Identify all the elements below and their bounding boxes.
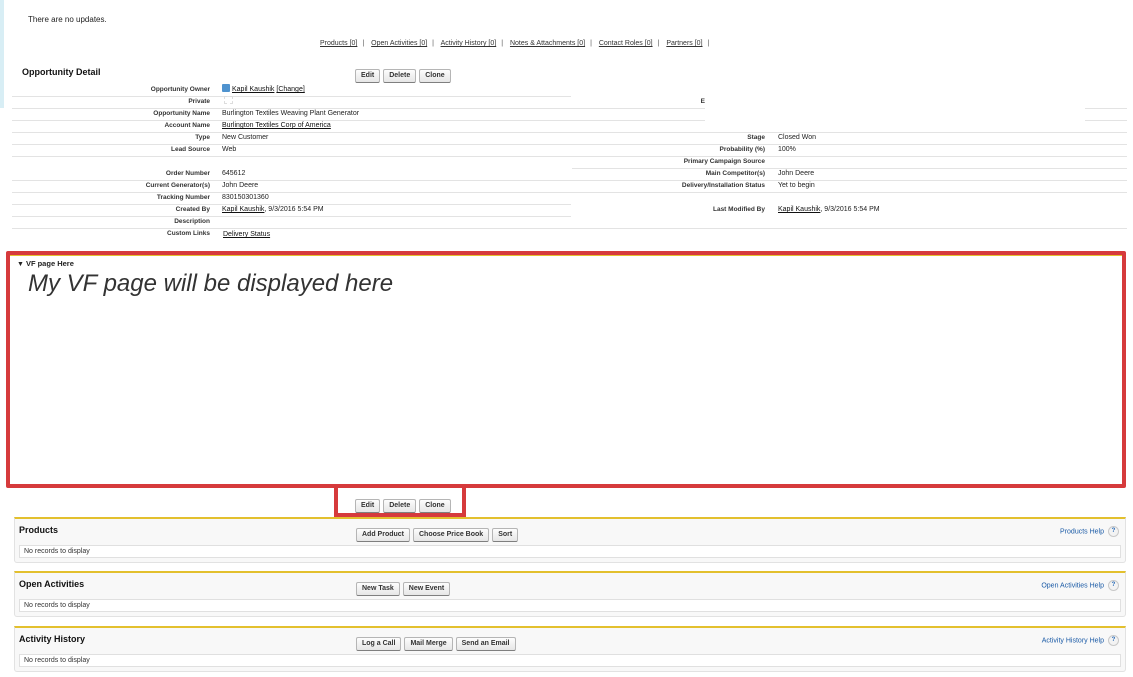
- edit-button[interactable]: Edit: [355, 69, 381, 83]
- private-checkbox: [224, 96, 233, 104]
- separator: |: [432, 40, 434, 47]
- link-partners[interactable]: Partners [0]: [666, 40, 702, 47]
- help-question-icon[interactable]: ?: [1108, 635, 1119, 646]
- link-activity-history[interactable]: Activity History [0]: [441, 40, 497, 47]
- delete-button[interactable]: Delete: [383, 69, 417, 83]
- opportunity-detail-title: Opportunity Detail: [22, 67, 101, 77]
- field-value: Burlington Textiles Weaving Plant Genera…: [222, 110, 360, 117]
- field-label: Main Competitor(s): [705, 170, 765, 177]
- related-list-title: Open Activities: [19, 579, 85, 589]
- link-products[interactable]: Products [0]: [320, 40, 357, 47]
- field-value: New Customer: [222, 134, 269, 141]
- empty-records-message: No records to display: [19, 654, 1121, 667]
- related-list-products: Products Add Product Choose Price Book Sor…: [14, 517, 1126, 563]
- field-value: John Deere: [222, 182, 259, 189]
- empty-records-message: No records to display: [19, 545, 1121, 558]
- separator: |: [362, 40, 365, 47]
- field-value: Kapil Kaushik, 9/3/2016 5:54 PM: [222, 204, 324, 216]
- field-label: Current Generator(s): [145, 182, 210, 189]
- empty-records-message: No records to display: [19, 599, 1121, 612]
- separator: |: [657, 40, 660, 47]
- separator: |: [590, 40, 592, 47]
- field-label: Account Name: [164, 122, 210, 129]
- related-list-buttons: New Task New Event: [356, 577, 453, 596]
- field-value: 830150301360: [222, 194, 269, 201]
- field-label: Type: [195, 134, 210, 141]
- open-activities-help-link[interactable]: Open Activities Help?: [1041, 580, 1119, 591]
- help-label[interactable]: Open Activities Help: [1041, 582, 1104, 589]
- related-list-title: Products: [19, 525, 59, 535]
- annotation-button-box: [334, 487, 466, 517]
- field-label: Opportunity Name: [153, 110, 210, 117]
- field-value: 100%: [778, 146, 796, 153]
- field-custom-links: Custom Links Delivery Status: [12, 228, 1127, 240]
- change-owner-link[interactable]: [Change]: [276, 86, 304, 93]
- separator: |: [707, 40, 710, 47]
- separator: |: [501, 40, 504, 47]
- field-label: Order Number: [165, 170, 210, 177]
- field-label: Delivery/Installation Status: [681, 182, 765, 189]
- field-value: Delivery Status: [223, 229, 270, 241]
- annotation-highlight-box: [6, 251, 1126, 488]
- choose-price-book-button[interactable]: Choose Price Book: [413, 528, 490, 542]
- field-value: Yet to begin: [778, 182, 815, 189]
- add-product-button[interactable]: Add Product: [356, 528, 410, 542]
- mail-merge-button[interactable]: Mail Merge: [404, 637, 453, 651]
- field-value: John Deere: [778, 170, 815, 177]
- field-label: Private: [188, 98, 210, 105]
- field-last-modified-by: Last Modified By Kapil Kaushik, 9/3/2016…: [572, 204, 1127, 216]
- send-an-email-button[interactable]: Send an Email: [455, 637, 516, 651]
- field-label: Tracking Number: [156, 194, 210, 201]
- help-label[interactable]: Activity History Help: [1042, 637, 1104, 644]
- no-updates-text: There are no updates.: [28, 15, 107, 24]
- new-event-button[interactable]: New Event: [402, 582, 451, 596]
- related-list-title: Activity History: [19, 634, 86, 644]
- field-value: Burlington Textiles Corp of America: [222, 120, 331, 132]
- link-contact-roles[interactable]: Contact Roles [0]: [599, 40, 653, 47]
- clone-button[interactable]: Clone: [419, 69, 451, 83]
- last-modified-by-link[interactable]: Kapil Kaushik: [778, 206, 820, 213]
- account-link[interactable]: Burlington Textiles Corp of America: [222, 122, 331, 129]
- new-task-button[interactable]: New Task: [356, 582, 400, 596]
- user-profile-icon: [222, 84, 230, 92]
- field-label: Probability (%): [719, 146, 765, 153]
- left-edge-strip: [0, 0, 4, 108]
- owner-link[interactable]: Kapil Kaushik: [232, 86, 274, 93]
- field-label: Stage: [747, 134, 765, 141]
- last-modified-date: , 9/3/2016 5:54 PM: [820, 206, 880, 213]
- field-value: Web: [222, 146, 237, 153]
- products-help-link[interactable]: Products Help?: [1060, 526, 1119, 537]
- field-label: Description: [174, 218, 210, 225]
- field-label: Lead Source: [170, 146, 210, 153]
- related-list-buttons: Add Product Choose Price Book Sort: [356, 523, 521, 542]
- help-question-icon[interactable]: ?: [1108, 580, 1119, 591]
- field-label: Last Modified By: [712, 206, 765, 213]
- log-a-call-button[interactable]: Log a Call: [356, 637, 402, 651]
- field-label: Opportunity Owner: [150, 86, 210, 93]
- related-list-activity-history: Activity History Log a Call Mail Merge Sen…: [14, 626, 1126, 672]
- link-open-activities[interactable]: Open Activities [0]: [371, 40, 427, 47]
- sort-button[interactable]: Sort: [492, 528, 519, 542]
- link-notes-attachments[interactable]: Notes & Attachments [0]: [510, 40, 585, 47]
- field-label: Custom Links: [167, 230, 210, 237]
- activity-history-help-link[interactable]: Activity History Help?: [1042, 635, 1119, 646]
- delivery-status-link[interactable]: Delivery Status: [223, 231, 270, 238]
- field-value: 645612: [222, 170, 246, 177]
- field-value: Kapil Kaushik [Change]: [222, 84, 305, 96]
- field-value: Closed Won: [778, 134, 817, 141]
- detail-top-buttons: Edit Delete Clone: [355, 64, 454, 83]
- related-list-links: Products [0] | Open Activities [0] | Activ…: [320, 40, 714, 47]
- related-list-open-activities: Open Activities New Task New Event Open A…: [14, 571, 1126, 617]
- cropped-label-fragment: E: [700, 98, 705, 105]
- related-list-buttons: Log a Call Mail Merge Send an Email: [356, 632, 519, 651]
- help-label[interactable]: Products Help: [1060, 528, 1104, 535]
- field-label: Created By: [175, 206, 210, 213]
- created-by-link[interactable]: Kapil Kaushik: [222, 206, 264, 213]
- field-value: Kapil Kaushik, 9/3/2016 5:54 PM: [778, 204, 880, 216]
- field-label: Primary Campaign Source: [683, 158, 765, 165]
- created-date: , 9/3/2016 5:54 PM: [264, 206, 324, 213]
- help-question-icon[interactable]: ?: [1108, 526, 1119, 537]
- redacted-area: [705, 91, 1085, 124]
